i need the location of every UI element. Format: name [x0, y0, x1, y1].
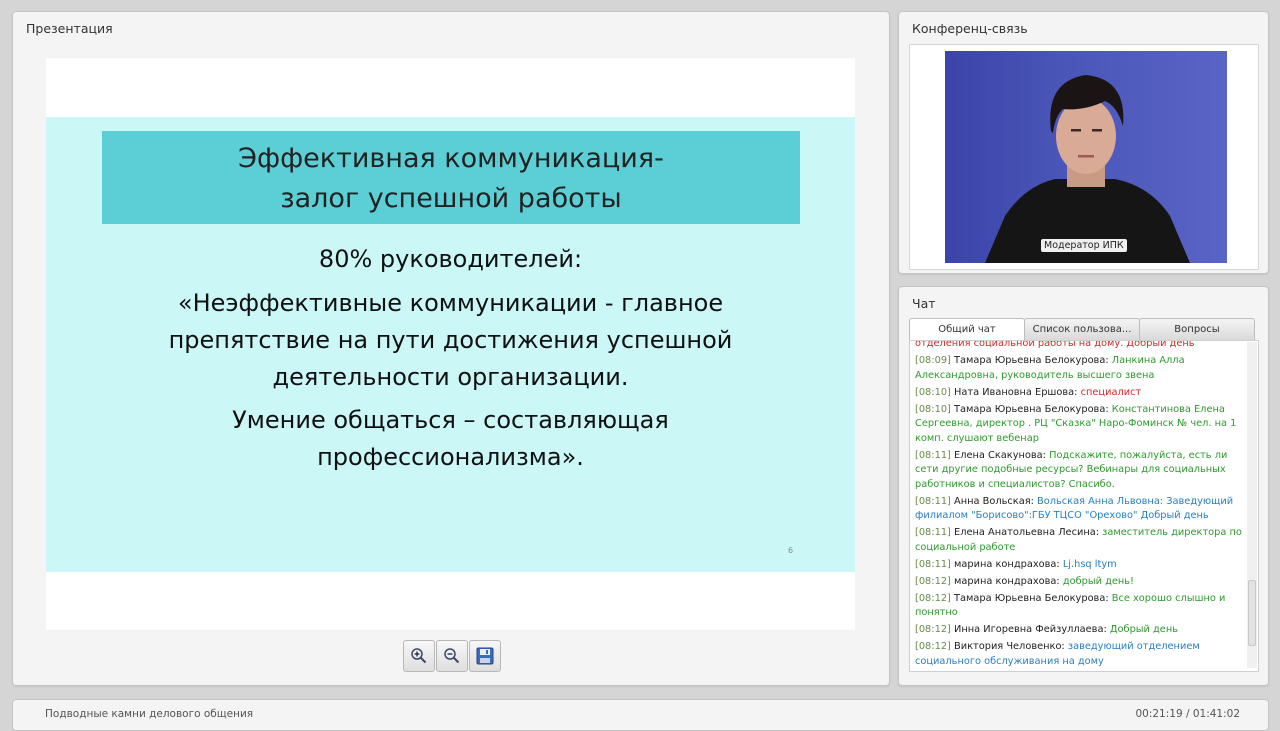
- chat-log[interactable]: отделения социальной работы на дому. Доб…: [909, 340, 1259, 672]
- chat-title: Чат: [912, 296, 936, 311]
- chat-message: [08:12] Виктория Человенко: заведующий о…: [915, 640, 1243, 669]
- message-text: специалист: [1080, 386, 1142, 398]
- message-time: [08:12]: [915, 575, 951, 587]
- slide-line-5: Умение общаться – составляющая: [232, 406, 669, 434]
- message-time: [08:10]: [915, 403, 951, 415]
- slide: Эффективная коммуникация- залог успешной…: [46, 58, 855, 630]
- message-time: [08:10]: [915, 386, 951, 398]
- message-author: марина кондрахова:: [954, 575, 1060, 587]
- chat-message: [08:12] Инна Игоревна Фейзуллаева: Добры…: [915, 623, 1243, 638]
- tab-questions[interactable]: Вопросы: [1139, 318, 1255, 340]
- save-button[interactable]: [469, 640, 501, 672]
- message-author: Инна Игоревна Фейзуллаева:: [954, 624, 1107, 635]
- chat-message: [08:11] Елена Скакунова: Подскажите, пож…: [915, 449, 1243, 493]
- zoom-in-icon: [411, 648, 427, 664]
- message-text: добрый день!: [1062, 575, 1134, 587]
- message-time: [08:12]: [915, 624, 951, 635]
- message-author: марина кондрахова:: [954, 558, 1060, 570]
- message-text: Добрый день: [1109, 624, 1178, 635]
- video-frame: Модератор ИПК: [909, 44, 1259, 270]
- video-stream[interactable]: Модератор ИПК: [945, 51, 1227, 263]
- chat-panel: Чат Общий чат Список пользова... Вопросы…: [898, 286, 1269, 686]
- slide-line-3: препятствие на пути достижения успешной: [168, 326, 733, 354]
- message-time: [08:11]: [915, 449, 951, 461]
- chat-message: [08:10] Ната Ивановна Ершова: специалист: [915, 386, 1243, 401]
- message-time: [08:12]: [915, 592, 951, 604]
- chat-tabs: Общий чат Список пользова... Вопросы: [909, 318, 1257, 341]
- slide-line-6: профессионализма».: [317, 443, 584, 471]
- presenter-video-image: [985, 75, 1190, 263]
- video-label: Модератор ИПК: [1041, 239, 1127, 252]
- slide-line-1: 80% руководителей:: [318, 245, 583, 273]
- presentation-panel: Презентация Эффективная коммуникация- за…: [12, 11, 890, 686]
- tab-general-chat[interactable]: Общий чат: [909, 318, 1025, 341]
- slide-heading: Эффективная коммуникация- залог успешной…: [102, 139, 800, 219]
- message-text: Lj.hsq ltym: [1062, 558, 1117, 570]
- slide-heading-line2: залог успешной работы: [280, 183, 622, 214]
- chat-scrollbar[interactable]: [1247, 342, 1257, 668]
- tab-user-list[interactable]: Список пользова...: [1024, 318, 1140, 340]
- slide-heading-line1: Эффективная коммуникация-: [238, 143, 664, 174]
- conference-panel: Конференц-связь Модератор ИПК: [898, 11, 1269, 274]
- chat-message: [08:11] марина кондрахова: Lj.hsq ltym: [915, 558, 1243, 573]
- message-author: Елена Скакунова:: [954, 449, 1046, 461]
- chat-message: [08:11] Елена Анатольевна Лесина: замест…: [915, 526, 1243, 555]
- presentation-title: Презентация: [26, 21, 113, 36]
- slide-line-2: «Неэффективные коммуникации - главное: [177, 289, 724, 317]
- slide-body: Эффективная коммуникация- залог успешной…: [46, 117, 855, 572]
- save-icon: [476, 647, 494, 665]
- message-author: Виктория Человенко:: [954, 641, 1065, 652]
- message-time: [08:09]: [915, 355, 951, 366]
- message-author: Тамара Юрьевна Белокурова:: [954, 403, 1109, 415]
- message-author: Елена Анатольевна Лесина:: [954, 527, 1100, 538]
- message-time: [08:11]: [915, 527, 951, 538]
- message-time: [08:12]: [915, 641, 951, 652]
- conference-title: Конференц-связь: [912, 21, 1028, 36]
- message-author: Тамара Юрьевна Белокурова:: [954, 355, 1109, 366]
- slide-line-4: деятельности организации.: [272, 363, 629, 391]
- slide-page-number: 6: [788, 546, 794, 555]
- message-time: [08:11]: [915, 558, 951, 570]
- chat-message: [08:11] Анна Вольская: Вольская Анна Льв…: [915, 495, 1243, 524]
- zoom-in-button[interactable]: [403, 640, 435, 672]
- webinar-title: Подводные камни делового общения: [45, 708, 254, 720]
- chat-message: отделения социальной работы на дому. Доб…: [915, 340, 1243, 352]
- message-author: Тамара Юрьевна Белокурова:: [954, 592, 1109, 604]
- message-author: Ната Ивановна Ершова:: [954, 386, 1078, 398]
- message-text: отделения социальной работы на дому. Доб…: [915, 340, 1195, 349]
- playback-time: 00:21:19 / 01:41:02: [1135, 708, 1240, 720]
- chat-message: [08:09] Тамара Юрьевна Белокурова: Ланки…: [915, 354, 1243, 383]
- chat-scrollbar-thumb[interactable]: [1248, 580, 1256, 646]
- chat-message: [08:12] марина кондрахова: добрый день!: [915, 575, 1243, 590]
- chat-message: [08:10] Тамара Юрьевна Белокурова: Конст…: [915, 403, 1243, 447]
- message-time: [08:11]: [915, 495, 951, 507]
- zoom-out-icon: [444, 648, 460, 664]
- zoom-out-button[interactable]: [436, 640, 468, 672]
- slide-banner: Эффективная коммуникация- залог успешной…: [102, 131, 800, 224]
- message-list: отделения социальной работы на дому. Доб…: [915, 340, 1243, 671]
- footer-bar: Подводные камни делового общения 00:21:1…: [12, 699, 1269, 731]
- chat-message: [08:12] Тамара Юрьевна Белокурова: Все х…: [915, 592, 1243, 621]
- message-author: Анна Вольская:: [954, 495, 1034, 507]
